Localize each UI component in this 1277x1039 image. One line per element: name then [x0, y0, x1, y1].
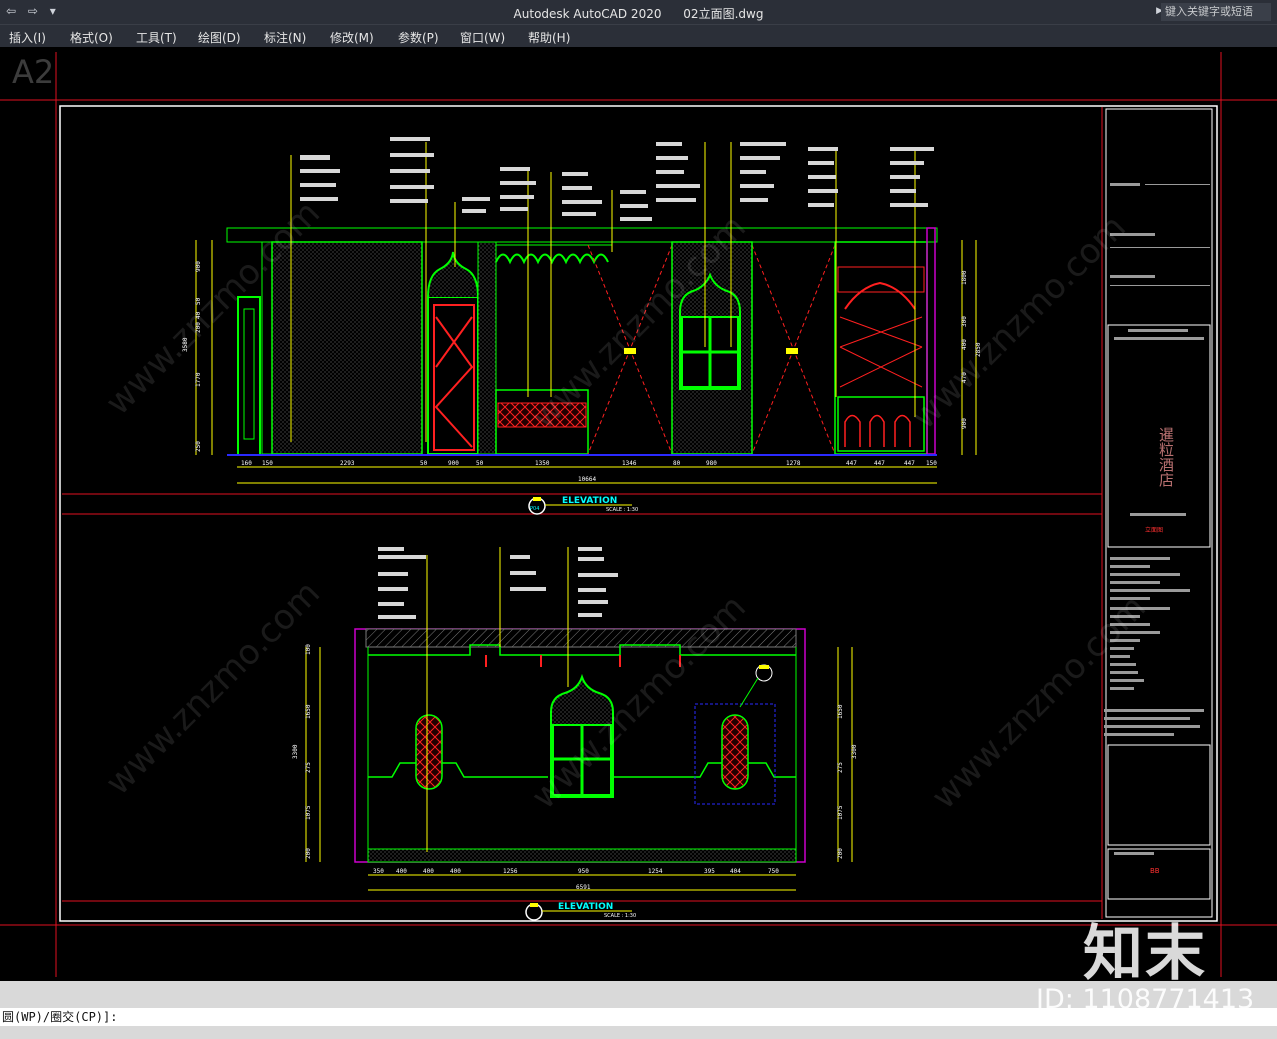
- upper-elevation: 160 150 2293 50 900 50 1350 1346 80 980 …: [182, 137, 982, 515]
- dim-upper-14: 447: [904, 460, 915, 467]
- dim-upper-right-5: 900: [961, 418, 968, 429]
- dim-upper-10: 980: [706, 460, 717, 467]
- dim-upper-12: 447: [846, 460, 857, 467]
- menu-insert[interactable]: 插入(I): [9, 29, 46, 46]
- dim-lower-right-1: 1650: [837, 704, 844, 719]
- dim-upper-6: 50: [476, 460, 484, 467]
- dim-lower-right-4: 200: [837, 848, 844, 859]
- dim-lower-10: 750: [768, 868, 779, 875]
- dim-lower-left-4: 1075: [305, 805, 312, 820]
- title-bar: ⇦ ⇨ ▾ Autodesk AutoCAD 2020 02立面图.dwg ▶ …: [0, 0, 1277, 24]
- drawing-canvas[interactable]: A2 160 150 2293 50 900 50 1350 1346 80 9…: [0, 47, 1277, 980]
- dim-upper-left-6: 250: [195, 441, 202, 452]
- menu-format[interactable]: 格式(O): [70, 29, 113, 46]
- upper-tag: P04: [530, 506, 539, 512]
- menu-modify[interactable]: 修改(M): [330, 29, 374, 46]
- dim-upper-15: 150: [926, 460, 937, 467]
- svg-text:www.znzmo.com: www.znzmo.com: [924, 587, 1154, 817]
- window-title: Autodesk AutoCAD 2020 02立面图.dwg: [0, 5, 1277, 22]
- menu-bar: 插入(I) 格式(O) 工具(T) 绘图(D) 标注(N) 修改(M) 参数(P…: [0, 24, 1277, 47]
- lower-elevation-scale: SCALE : 1:30: [604, 913, 636, 919]
- svg-text:www.znzmo.com: www.znzmo.com: [904, 207, 1134, 437]
- dim-lower-9: 404: [730, 868, 741, 875]
- menu-draw[interactable]: 绘图(D): [198, 29, 241, 46]
- svg-text:www.znzmo.com: www.znzmo.com: [98, 573, 328, 803]
- dim-lower-1: 350: [373, 868, 384, 875]
- dim-lower-right-total: 3300: [851, 744, 858, 759]
- dim-upper-left-5: 1770: [195, 372, 202, 387]
- sheet-size-label: A2: [12, 53, 54, 91]
- dim-lower-8: 395: [704, 868, 715, 875]
- dim-lower-7: 1254: [648, 868, 663, 875]
- dim-upper-9: 80: [673, 460, 681, 467]
- menu-window[interactable]: 窗口(W): [460, 29, 505, 46]
- lower-elevation: 350 400 400 400 1256 950 1254 395 404 75…: [292, 547, 858, 921]
- dim-upper-13: 447: [874, 460, 885, 467]
- dim-upper-7: 1350: [535, 460, 550, 467]
- upper-elevation-title: ELEVATION: [562, 496, 617, 506]
- dim-upper-11: 1278: [786, 460, 801, 467]
- brand-watermark: 知末: [1083, 919, 1207, 989]
- lower-elevation-title: ELEVATION: [558, 902, 613, 912]
- dim-upper-4: 50: [420, 460, 428, 467]
- app-title: Autodesk AutoCAD 2020: [513, 7, 662, 21]
- search-input[interactable]: 键入关键字或短语: [1161, 3, 1271, 21]
- dim-lower-left-5: 200: [305, 848, 312, 859]
- menu-tools[interactable]: 工具(T): [136, 29, 177, 46]
- sheet-code: BB: [1150, 867, 1160, 875]
- menu-parametric[interactable]: 参数(P): [398, 29, 439, 46]
- project-name: 暹粒酒店: [1157, 427, 1175, 487]
- dim-lower-left-1: 100: [305, 644, 312, 655]
- dim-upper-right-1: 1800: [961, 270, 968, 285]
- dim-upper-total: 10664: [578, 476, 596, 483]
- dim-upper-left-1: 900: [195, 261, 202, 272]
- dim-upper-5: 900: [448, 460, 459, 467]
- dim-lower-3: 400: [423, 868, 434, 875]
- dim-upper-1: 160: [241, 460, 252, 467]
- dim-lower-5: 1256: [503, 868, 518, 875]
- dim-lower-6: 950: [578, 868, 589, 875]
- dim-lower-4: 400: [450, 868, 461, 875]
- menu-dimension[interactable]: 标注(N): [264, 29, 306, 46]
- dim-lower-2: 400: [396, 868, 407, 875]
- upper-elevation-scale: SCALE : 1:30: [606, 507, 638, 513]
- watermark-id: ID: 1108771413: [1036, 984, 1255, 1015]
- dim-upper-right-2: 300: [961, 316, 968, 327]
- file-title: 02立面图.dwg: [683, 7, 764, 21]
- dim-upper-2: 150: [262, 460, 273, 467]
- dim-lower-total: 6591: [576, 884, 591, 891]
- dim-upper-3: 2293: [340, 460, 355, 467]
- dim-lower-left-total: 3300: [292, 744, 299, 759]
- dim-lower-right-3: 1075: [837, 805, 844, 820]
- dim-lower-right-2: 275: [837, 762, 844, 773]
- menu-help[interactable]: 帮助(H): [528, 29, 570, 46]
- dim-lower-left-3: 275: [305, 762, 312, 773]
- dim-upper-8: 1346: [622, 460, 637, 467]
- dim-lower-left-2: 1650: [305, 704, 312, 719]
- sheet-name: 立面图: [1145, 526, 1163, 534]
